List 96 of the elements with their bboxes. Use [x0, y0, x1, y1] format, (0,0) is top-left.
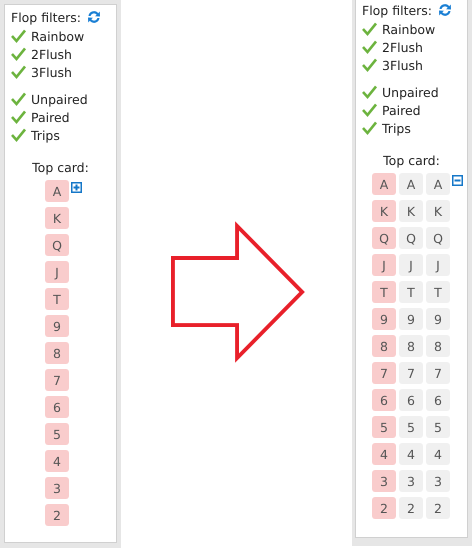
- section-label: Top card:: [382, 153, 441, 168]
- check-icon: [11, 92, 26, 106]
- filter-option[interactable]: Rainbow: [11, 27, 116, 45]
- rank-card[interactable]: J: [45, 261, 69, 283]
- rank-card[interactable]: Q: [399, 227, 423, 249]
- rank-card[interactable]: T: [372, 281, 396, 303]
- check-icon: [11, 29, 26, 43]
- filter-option[interactable]: 3Flush: [362, 56, 467, 74]
- filter-option[interactable]: 2Flush: [362, 38, 467, 56]
- filter-label: 2Flush: [31, 46, 72, 62]
- rank-card[interactable]: A: [45, 180, 69, 202]
- rank-card[interactable]: 9: [426, 308, 450, 330]
- rank-card[interactable]: 8: [399, 335, 423, 357]
- rank-card[interactable]: Q: [372, 227, 396, 249]
- check-icon: [362, 85, 377, 99]
- rank-card[interactable]: 4: [372, 443, 396, 465]
- rank-card[interactable]: 8: [372, 335, 396, 357]
- rank-card[interactable]: T: [45, 288, 69, 310]
- check-icon: [11, 128, 26, 142]
- check-icon: [11, 47, 26, 61]
- check-icon: [362, 40, 377, 54]
- rank-card[interactable]: T: [399, 281, 423, 303]
- rank-card[interactable]: A: [372, 173, 396, 195]
- rank-card[interactable]: 6: [426, 389, 450, 411]
- filter-label: Rainbow: [382, 22, 436, 36]
- rank-card[interactable]: 9: [372, 308, 396, 330]
- rank-card[interactable]: 2: [399, 497, 423, 519]
- rank-card[interactable]: K: [426, 200, 450, 222]
- rank-card[interactable]: 2: [426, 497, 450, 519]
- filter-option[interactable]: Paired: [11, 108, 116, 126]
- rank-card[interactable]: K: [399, 200, 423, 222]
- section-label: Top card:: [31, 160, 90, 175]
- rank-card[interactable]: 3: [399, 470, 423, 492]
- rank-card[interactable]: 6: [372, 389, 396, 411]
- filter-label: Unpaired: [31, 92, 88, 106]
- rank-card[interactable]: 2: [45, 504, 69, 526]
- filter-label: Paired: [382, 102, 421, 118]
- rank-card[interactable]: 4: [426, 443, 450, 465]
- filter-option[interactable]: Paired: [362, 101, 467, 119]
- filter-label: Unpaired: [382, 84, 439, 100]
- filter-label: Trips: [382, 120, 411, 136]
- filter-label: 3Flush: [31, 64, 72, 80]
- rank-card[interactable]: 5: [426, 416, 450, 438]
- rank-card[interactable]: 6: [45, 396, 69, 418]
- filter-label: 3Flush: [382, 58, 423, 72]
- rank-card[interactable]: 7: [399, 362, 423, 384]
- rank-card[interactable]: 8: [45, 342, 69, 364]
- rank-card[interactable]: 3: [426, 470, 450, 492]
- rank-card[interactable]: 3: [372, 470, 396, 492]
- rank-card[interactable]: J: [399, 254, 423, 276]
- rank-card[interactable]: 2: [372, 497, 396, 519]
- rank-card[interactable]: 7: [426, 362, 450, 384]
- rank-card[interactable]: T: [426, 281, 450, 303]
- rank-card[interactable]: 9: [399, 308, 423, 330]
- check-icon: [362, 121, 377, 135]
- rank-card[interactable]: 9: [45, 315, 69, 337]
- panel-title: Flop filters:: [362, 2, 432, 18]
- rank-card[interactable]: 8: [426, 335, 450, 357]
- rank-card[interactable]: J: [372, 254, 396, 276]
- rank-card[interactable]: 6: [399, 389, 423, 411]
- check-icon: [11, 65, 26, 79]
- filter-label: Trips: [31, 128, 60, 142]
- rank-card[interactable]: 7: [372, 362, 396, 384]
- rank-card[interactable]: 5: [399, 416, 423, 438]
- filter-option[interactable]: Rainbow: [362, 20, 467, 38]
- rank-card[interactable]: 4: [45, 450, 69, 472]
- panel-title: Flop filters:: [11, 10, 82, 24]
- rank-card[interactable]: K: [45, 207, 69, 229]
- filter-option[interactable]: 3Flush: [11, 63, 116, 81]
- filter-option[interactable]: Unpaired: [362, 83, 467, 101]
- rank-card[interactable]: A: [426, 173, 450, 195]
- filter-option[interactable]: Trips: [362, 119, 467, 137]
- rank-card[interactable]: 3: [45, 477, 69, 499]
- rank-card[interactable]: 5: [372, 416, 396, 438]
- rank-card[interactable]: 7: [45, 369, 69, 391]
- collapse-icon[interactable]: [452, 175, 463, 186]
- check-icon: [362, 58, 377, 72]
- rank-card[interactable]: A: [399, 173, 423, 195]
- rank-card[interactable]: 5: [45, 423, 69, 445]
- filter-option[interactable]: Trips: [11, 126, 116, 144]
- filter-label: Paired: [31, 110, 70, 124]
- rank-card[interactable]: J: [426, 254, 450, 276]
- rank-card[interactable]: 4: [399, 443, 423, 465]
- expand-icon[interactable]: [71, 182, 82, 193]
- rank-card[interactable]: Q: [45, 234, 69, 256]
- filter-label: 2Flush: [382, 40, 423, 54]
- check-icon: [362, 22, 377, 36]
- filter-label: Rainbow: [31, 28, 84, 44]
- filter-option[interactable]: Unpaired: [11, 90, 116, 108]
- filter-option[interactable]: 2Flush: [11, 45, 116, 63]
- refresh-icon[interactable]: [437, 2, 454, 18]
- check-icon: [362, 103, 377, 117]
- rank-card[interactable]: K: [372, 200, 396, 222]
- check-icon: [11, 110, 26, 124]
- refresh-icon[interactable]: [86, 9, 102, 25]
- rank-card[interactable]: Q: [426, 227, 450, 249]
